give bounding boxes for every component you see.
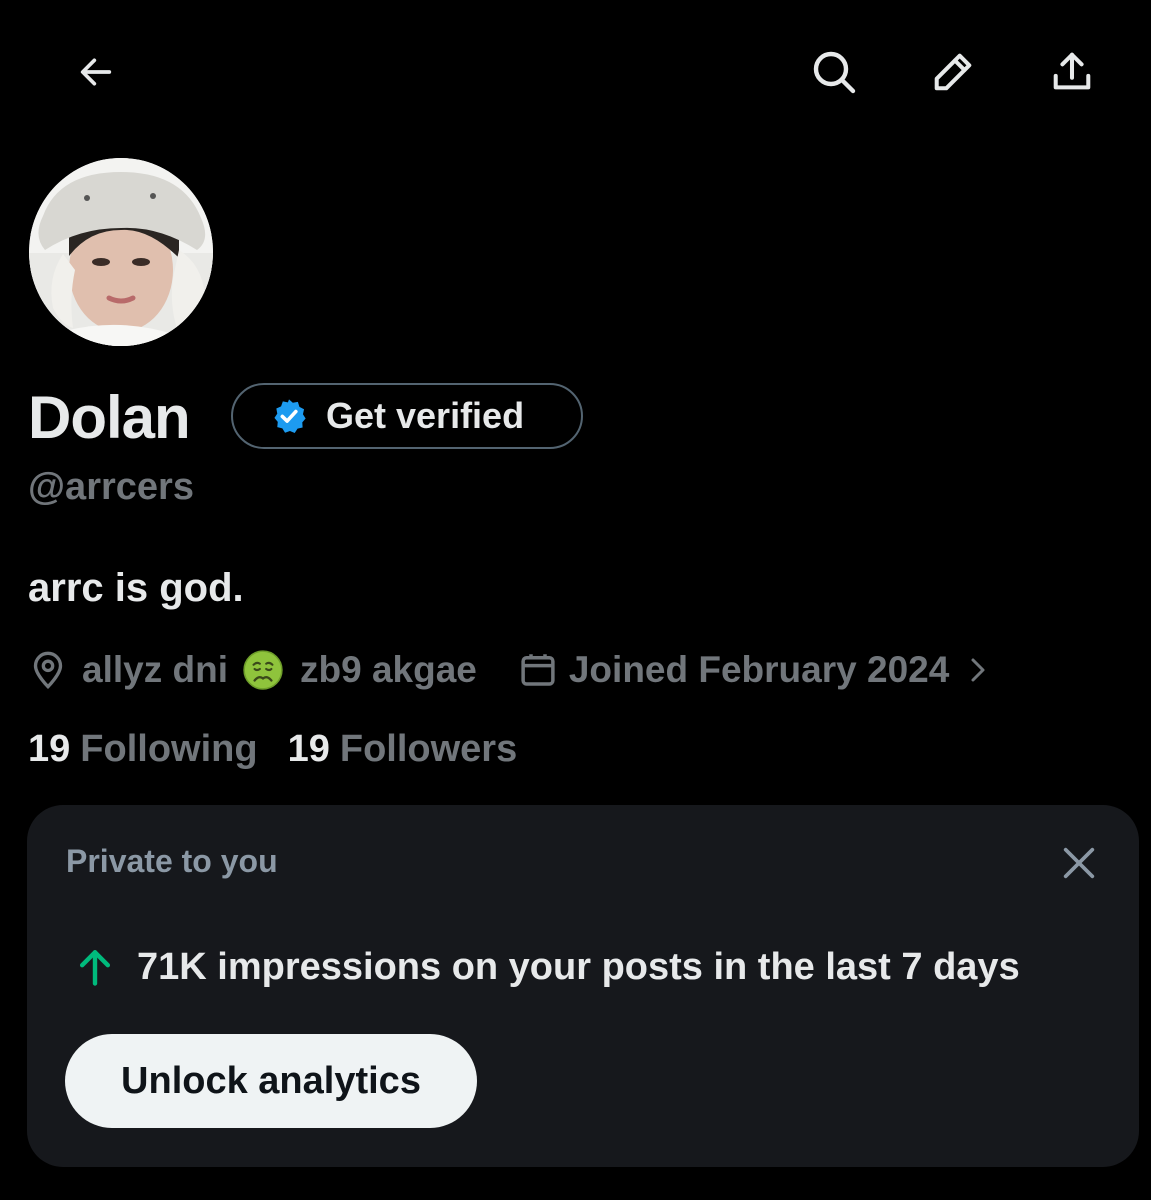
search-icon	[813, 51, 856, 94]
unlock-analytics-button[interactable]: Unlock analytics	[65, 1034, 477, 1128]
analytics-card: Private to you 71K impressions on your p…	[27, 805, 1139, 1167]
avatar[interactable]	[29, 158, 213, 346]
close-card-button[interactable]	[1049, 833, 1109, 893]
location-text-part1: allyz dni	[82, 649, 228, 690]
share-button[interactable]	[1037, 37, 1107, 107]
follow-stats: 19 Following 19 Followers	[28, 728, 517, 771]
avatar-photo	[29, 158, 213, 346]
joined-date[interactable]: Joined February 2024	[569, 649, 949, 691]
chevron-right-icon[interactable]	[963, 655, 993, 685]
location-pin-icon	[33, 651, 63, 690]
pencil-icon	[934, 53, 972, 91]
followers-link[interactable]: 19 Followers	[288, 728, 518, 771]
card-title: Private to you	[66, 843, 278, 879]
impressions-summary: 71K impressions on your posts in the las…	[73, 945, 1020, 989]
arrow-up-icon	[79, 950, 111, 986]
get-verified-label: Get verified	[326, 395, 525, 436]
arrow-left-icon	[80, 58, 112, 86]
following-link[interactable]: 19 Following	[28, 728, 258, 771]
nauseated-face-emoji	[243, 650, 283, 690]
following-count: 19	[28, 728, 71, 770]
location-text-part2: zb9 akgae	[299, 649, 477, 690]
edit-button[interactable]	[918, 37, 988, 107]
share-upload-icon	[1053, 52, 1091, 90]
bio-text: arrc is god.	[28, 566, 244, 610]
verified-badge-icon	[274, 399, 306, 433]
followers-label: Followers	[339, 728, 518, 770]
impressions-text: 71K impressions on your posts in the las…	[137, 945, 1020, 988]
username-handle: @arrcers	[28, 466, 194, 508]
search-button[interactable]	[799, 37, 869, 107]
calendar-icon	[521, 654, 555, 686]
display-name: Dolan	[28, 384, 191, 451]
close-icon	[1063, 847, 1095, 879]
profile-meta-row: allyz dni zb9 akgae Joined February 2024	[28, 642, 993, 698]
get-verified-button[interactable]: Get verified	[231, 383, 583, 449]
back-button[interactable]	[61, 37, 131, 107]
following-label: Following	[80, 728, 258, 770]
followers-count: 19	[287, 728, 330, 770]
